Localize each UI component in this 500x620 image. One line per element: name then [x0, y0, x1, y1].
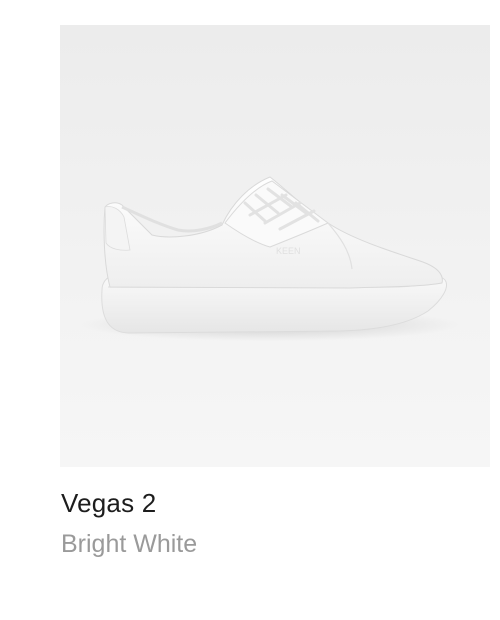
brand-logo: KEEN: [276, 246, 301, 256]
product-name[interactable]: Vegas 2: [61, 488, 156, 519]
product-color-name: Bright White: [61, 530, 198, 558]
product-card[interactable]: KEEN Vegas 2 Bright White: [0, 0, 500, 620]
sneaker-icon: KEEN: [80, 176, 460, 341]
product-image[interactable]: KEEN: [60, 25, 490, 467]
